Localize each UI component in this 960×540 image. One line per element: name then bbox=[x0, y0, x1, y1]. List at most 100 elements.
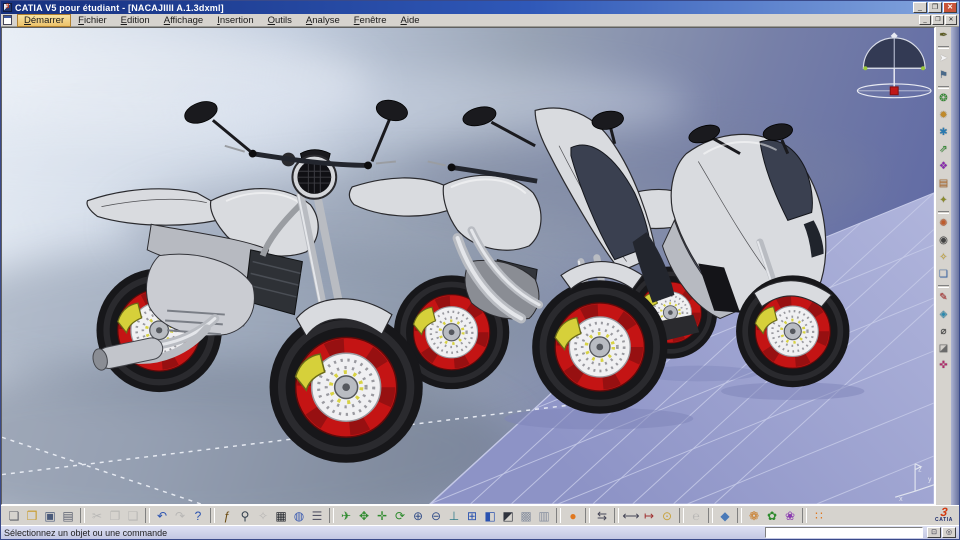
iso-view-icon[interactable]: ◧ bbox=[481, 507, 499, 524]
save-icon[interactable]: ▣ bbox=[41, 507, 59, 524]
workbench-part-icon[interactable]: ✹ bbox=[937, 110, 951, 122]
separator[interactable] bbox=[938, 285, 949, 288]
rotate-icon[interactable]: ⟳ bbox=[391, 507, 409, 524]
material-prism-icon[interactable]: ◆ bbox=[716, 507, 734, 524]
analysis-pen-icon[interactable]: ✒ bbox=[937, 30, 951, 42]
separator[interactable] bbox=[329, 508, 334, 523]
measure-icon[interactable]: ⌀ bbox=[937, 326, 951, 338]
apply-material-icon[interactable]: ● bbox=[564, 507, 582, 524]
separator[interactable] bbox=[145, 508, 150, 523]
menu-fenetre[interactable]: Fenêtre bbox=[347, 14, 394, 27]
separator[interactable] bbox=[80, 508, 85, 523]
sticker-icon[interactable]: ◈ bbox=[937, 309, 951, 321]
separator[interactable] bbox=[585, 508, 590, 523]
bookmark-icon[interactable]: ✜ bbox=[937, 360, 951, 372]
menus: Démarrer Fichier Edition Affichage Insertion… bbox=[17, 13, 918, 27]
measure-between-icon[interactable]: ⟷ bbox=[622, 507, 640, 524]
separator[interactable] bbox=[556, 508, 561, 523]
new-document-icon[interactable]: ❏ bbox=[5, 507, 23, 524]
hidden-line-view-icon[interactable]: ▩ bbox=[517, 507, 535, 524]
menu-fichier[interactable]: Fichier bbox=[71, 14, 114, 27]
separator[interactable] bbox=[938, 46, 949, 49]
cut-icon[interactable]: ✂ bbox=[88, 507, 106, 524]
fly-mode-icon[interactable]: ✈ bbox=[337, 507, 355, 524]
normal-view-icon[interactable]: ⊥ bbox=[445, 507, 463, 524]
globe-icon[interactable]: ◍ bbox=[290, 507, 308, 524]
fx-formula-icon[interactable]: ƒ bbox=[218, 507, 236, 524]
catia-logo: 3 CATIA bbox=[931, 505, 957, 523]
separator[interactable] bbox=[708, 508, 713, 523]
copy-icon[interactable]: ❐ bbox=[106, 507, 124, 524]
design-table-icon[interactable]: ▦ bbox=[272, 507, 290, 524]
texture-icon[interactable]: ✿ bbox=[763, 507, 781, 524]
close-button[interactable]: ✕ bbox=[943, 2, 957, 13]
energy-icon[interactable]: ℮ bbox=[687, 507, 705, 524]
select-icon[interactable]: ➤ bbox=[937, 53, 951, 65]
measure-inertia-icon[interactable]: ⊙ bbox=[658, 507, 676, 524]
menu-affichage[interactable]: Affichage bbox=[157, 14, 210, 27]
paste-special-icon[interactable]: ❖ bbox=[937, 161, 951, 173]
workbench-sketch-icon[interactable]: ❂ bbox=[937, 93, 951, 105]
right-toolbar: ✒ ➤ ⚑ ❂ ✹ ✱ ⇗ ❖ ▤ ✦ ✺ ◉ ✧ ❏ ✎ ◈ ⌀ ◪ ✜ bbox=[935, 27, 951, 505]
help-icon[interactable]: ? bbox=[189, 507, 207, 524]
section-icon[interactable]: ◪ bbox=[937, 343, 951, 355]
shaded-view-icon[interactable]: ◩ bbox=[499, 507, 517, 524]
redo-icon[interactable]: ↷ bbox=[171, 507, 189, 524]
environment-icon[interactable]: ❏ bbox=[937, 269, 951, 281]
render-icon[interactable]: ✺ bbox=[937, 218, 951, 230]
window-title: CATIA V5 pour étudiant - [NACAJIIII A.1.… bbox=[15, 2, 224, 13]
child-window-controls: _ ❐ ✕ bbox=[919, 15, 957, 25]
power-input-button[interactable]: ◎ bbox=[942, 527, 956, 538]
sketch-trace-icon[interactable]: ✎ bbox=[937, 292, 951, 304]
paint-icon[interactable]: ❁ bbox=[745, 507, 763, 524]
menu-analyse[interactable]: Analyse bbox=[299, 14, 347, 27]
child-restore-button[interactable]: ❐ bbox=[932, 15, 944, 25]
paste-icon[interactable]: ❑ bbox=[124, 507, 142, 524]
restore-button[interactable]: ❐ bbox=[928, 2, 942, 13]
workbench-shape-icon[interactable]: ✱ bbox=[937, 127, 951, 139]
command-input[interactable] bbox=[765, 527, 923, 538]
print-icon[interactable]: ▤ bbox=[59, 507, 77, 524]
knowledge-icon[interactable]: ✧ bbox=[254, 507, 272, 524]
3d-viewport[interactable]: z x y bbox=[1, 27, 935, 505]
rules-icon[interactable]: ☰ bbox=[308, 507, 326, 524]
photo-icon[interactable]: ✦ bbox=[937, 195, 951, 207]
search-icon[interactable]: ⚲ bbox=[236, 507, 254, 524]
main-area: z x y ✒ ➤ ⚑ ❂ ✹ ✱ ⇗ ❖ ▤ ✦ ✺ ◉ ✧ ❏ ✎ ◈ ⌀ ◪ ✜ bbox=[1, 27, 959, 505]
separator[interactable] bbox=[210, 508, 215, 523]
zoom-in-icon[interactable]: ⊕ bbox=[409, 507, 427, 524]
pan-icon[interactable]: ✛ bbox=[373, 507, 391, 524]
grid-snap-icon[interactable]: ∷ bbox=[810, 507, 828, 524]
fit-all-icon[interactable]: ✥ bbox=[355, 507, 373, 524]
menu-edition[interactable]: Edition bbox=[114, 14, 157, 27]
measure-item-icon[interactable]: ↦ bbox=[640, 507, 658, 524]
camera-icon[interactable]: ◉ bbox=[937, 235, 951, 247]
fly-cursor-icon[interactable]: ⚑ bbox=[937, 70, 951, 82]
separator[interactable] bbox=[679, 508, 684, 523]
separator[interactable] bbox=[802, 508, 807, 523]
multi-view-icon[interactable]: ⊞ bbox=[463, 507, 481, 524]
command-history-button[interactable]: ⊡ bbox=[927, 527, 941, 538]
menu-insertion[interactable]: Insertion bbox=[210, 14, 260, 27]
catalog-icon[interactable]: ▤ bbox=[937, 178, 951, 190]
child-close-button[interactable]: ✕ bbox=[945, 15, 957, 25]
wireframe-view-icon[interactable]: ▥ bbox=[535, 507, 553, 524]
menu-outils[interactable]: Outils bbox=[261, 14, 299, 27]
exit-workbench-icon[interactable]: ⇗ bbox=[937, 144, 951, 156]
menu-demarrer[interactable]: Démarrer bbox=[17, 13, 72, 27]
separator[interactable] bbox=[614, 508, 619, 523]
svg-text:x: x bbox=[899, 496, 903, 503]
minimize-button[interactable]: _ bbox=[913, 2, 927, 13]
separator[interactable] bbox=[938, 86, 949, 89]
light-icon[interactable]: ✧ bbox=[937, 252, 951, 264]
menu-bar: Démarrer Fichier Edition Affichage Insertion… bbox=[1, 13, 959, 27]
separator[interactable] bbox=[737, 508, 742, 523]
swap-visible-space-icon[interactable]: ⇆ bbox=[593, 507, 611, 524]
undo-icon[interactable]: ↶ bbox=[153, 507, 171, 524]
separator[interactable] bbox=[938, 211, 949, 214]
decal-icon[interactable]: ❀ bbox=[781, 507, 799, 524]
menu-aide[interactable]: Aide bbox=[393, 14, 426, 27]
zoom-out-icon[interactable]: ⊖ bbox=[427, 507, 445, 524]
child-minimize-button[interactable]: _ bbox=[919, 15, 931, 25]
open-icon[interactable]: ❒ bbox=[23, 507, 41, 524]
